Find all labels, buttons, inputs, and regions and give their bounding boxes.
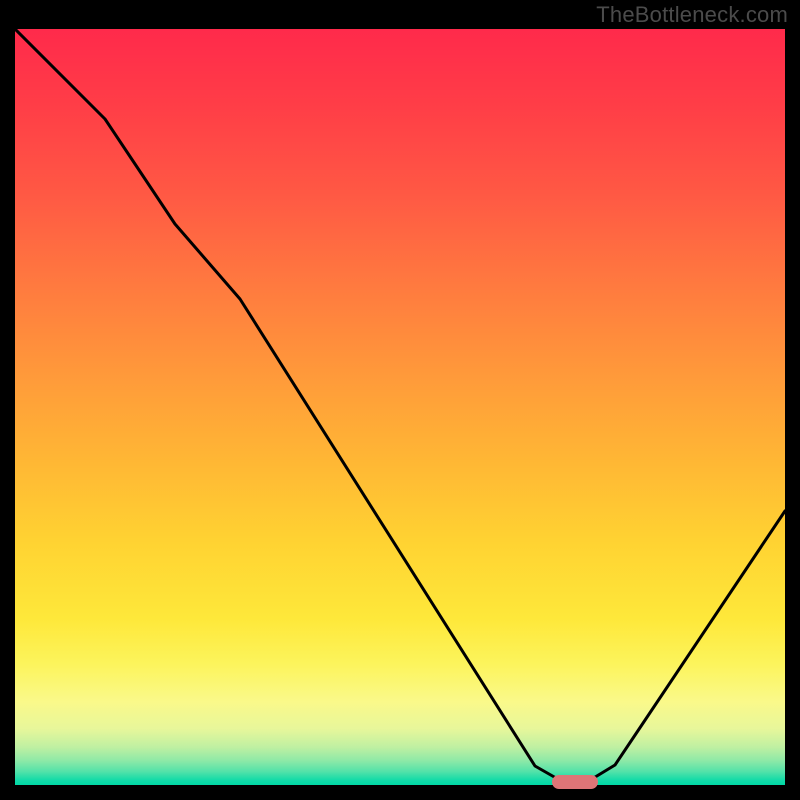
curve-svg: [15, 29, 785, 785]
bottleneck-curve-path: [15, 29, 785, 782]
plot-area: [15, 29, 785, 785]
chart-frame: TheBottleneck.com: [0, 0, 800, 800]
watermark-text: TheBottleneck.com: [596, 2, 788, 28]
optimal-zone-marker: [552, 775, 598, 789]
